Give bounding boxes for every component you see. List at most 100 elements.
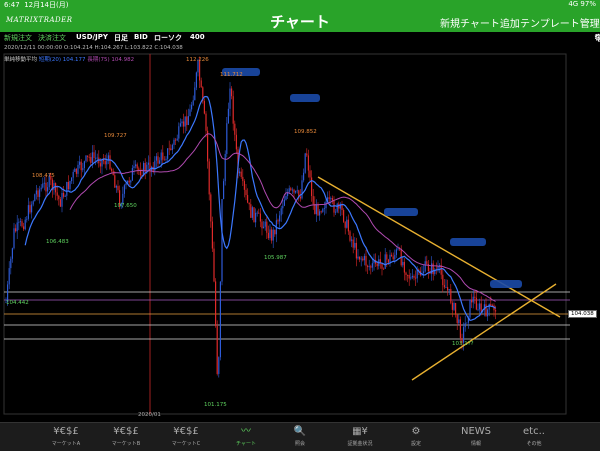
candle-body <box>243 181 245 190</box>
candle-body <box>317 204 319 216</box>
candle-body <box>395 249 397 255</box>
candle-body <box>19 221 21 223</box>
candle-body <box>63 192 65 197</box>
candle-body <box>306 153 308 156</box>
candle-body <box>155 156 157 161</box>
candle-body <box>365 255 367 266</box>
candle-body <box>64 195 66 197</box>
candle-body <box>242 176 244 182</box>
price-label: 111.712 <box>220 72 243 78</box>
candle-body <box>288 188 290 193</box>
candle-body <box>487 309 489 317</box>
tab-market-b[interactable]: ¥€$£ マーケットB <box>96 423 156 451</box>
marker-highlight <box>384 208 418 216</box>
tab-other[interactable]: etc.. その他 <box>504 423 564 451</box>
price-label: 107.650 <box>114 203 137 209</box>
add-chart-button[interactable]: 新規チャート追加 <box>440 15 520 30</box>
candle-body <box>162 152 164 160</box>
candle-body <box>31 204 33 213</box>
candle-body <box>291 189 293 191</box>
pair-selector[interactable]: USD/JPY <box>76 33 108 41</box>
side-selector[interactable]: BID <box>134 33 148 41</box>
candle-body <box>32 201 34 205</box>
candle-body <box>123 185 125 194</box>
candle-body <box>349 231 351 241</box>
candle-body <box>239 171 241 174</box>
candle-body <box>232 96 234 124</box>
candle-body <box>357 256 359 259</box>
candle-body <box>213 248 215 282</box>
chart-canvas[interactable] <box>0 52 600 420</box>
candle-body <box>66 181 68 196</box>
candle-body <box>184 116 186 127</box>
chart-type-selector[interactable]: ローソク <box>154 33 182 43</box>
tab-margin-status[interactable]: ▦¥ 証拠金状況 <box>330 423 390 451</box>
tab-inquiry[interactable]: 🔍 照会 <box>270 423 330 451</box>
candle-body <box>227 108 229 124</box>
candle-body <box>271 229 273 241</box>
bars-selector[interactable]: 400 <box>190 33 205 41</box>
tab-settings[interactable]: ⚙ 設定 <box>386 423 446 451</box>
candle-body <box>322 208 324 212</box>
template-button[interactable]: テンプレート管理 <box>520 15 600 30</box>
etc-icon: etc.. <box>523 426 545 437</box>
candle-body <box>277 220 279 222</box>
candle-body <box>371 263 373 268</box>
candle-body <box>264 221 266 227</box>
candle-body <box>176 138 178 141</box>
candle-body <box>95 157 97 159</box>
candle-body <box>360 258 362 260</box>
candle-body <box>178 126 180 139</box>
candle-body <box>67 181 69 190</box>
candle-body <box>314 204 316 215</box>
search-icon: 🔍 <box>293 426 307 437</box>
candle-body <box>488 303 490 310</box>
candle-body <box>88 156 90 158</box>
candle-body <box>355 242 357 259</box>
candle-body <box>133 166 135 169</box>
price-chart[interactable]: 単純移動平均 短期(20) 104.177 長期(75) 104.982 112… <box>0 52 600 420</box>
candle-body <box>131 168 133 181</box>
candle-body <box>211 221 213 249</box>
candle-body <box>223 181 225 199</box>
new-order-button[interactable]: 新規注文 <box>4 33 32 43</box>
candle-body <box>115 186 117 188</box>
candle-body <box>426 261 428 264</box>
candle-body <box>181 121 183 124</box>
tab-market-a[interactable]: ¥€$£ マーケットA <box>36 423 96 451</box>
price-label: 106.483 <box>46 239 69 245</box>
settle-order-button[interactable]: 決済注文 <box>38 33 66 43</box>
candle-body <box>415 277 417 279</box>
candle-body <box>485 304 487 317</box>
tab-news[interactable]: NEWS 情報 <box>446 423 506 451</box>
candle-body <box>247 195 249 203</box>
candle-body <box>75 168 77 174</box>
trendline-lower <box>411 283 557 381</box>
more-icon[interactable]: ⋮ <box>594 33 600 44</box>
candle-body <box>282 205 284 209</box>
candle-body <box>274 229 276 235</box>
candle-body <box>464 323 466 328</box>
candle-body <box>111 168 113 171</box>
app-header: MATRIXTRADER チャート 新規チャート追加 テンプレート管理 <box>0 10 600 32</box>
candle-body <box>203 101 205 114</box>
candle-body <box>189 109 191 117</box>
candle-body <box>29 205 31 213</box>
candle-body <box>82 168 84 171</box>
tab-market-c[interactable]: ¥€$£ マーケットC <box>156 423 216 451</box>
candle-body <box>138 168 140 171</box>
candle-body <box>128 180 130 183</box>
candle-body <box>280 208 282 216</box>
candle-body <box>263 226 265 229</box>
candle-body <box>423 271 425 274</box>
candle-body <box>253 207 255 223</box>
period-selector[interactable]: 日足 <box>114 33 128 43</box>
price-label: 101.175 <box>204 402 227 408</box>
candle-body <box>387 259 389 263</box>
candle-body <box>229 88 231 109</box>
tab-chart[interactable]: 〰チャート <box>216 423 276 451</box>
candle-body <box>250 204 252 218</box>
candle-body <box>200 80 202 88</box>
status-bar: 6:47 12月14日(月) 4G 97% <box>0 0 600 10</box>
candle-body <box>10 258 12 269</box>
